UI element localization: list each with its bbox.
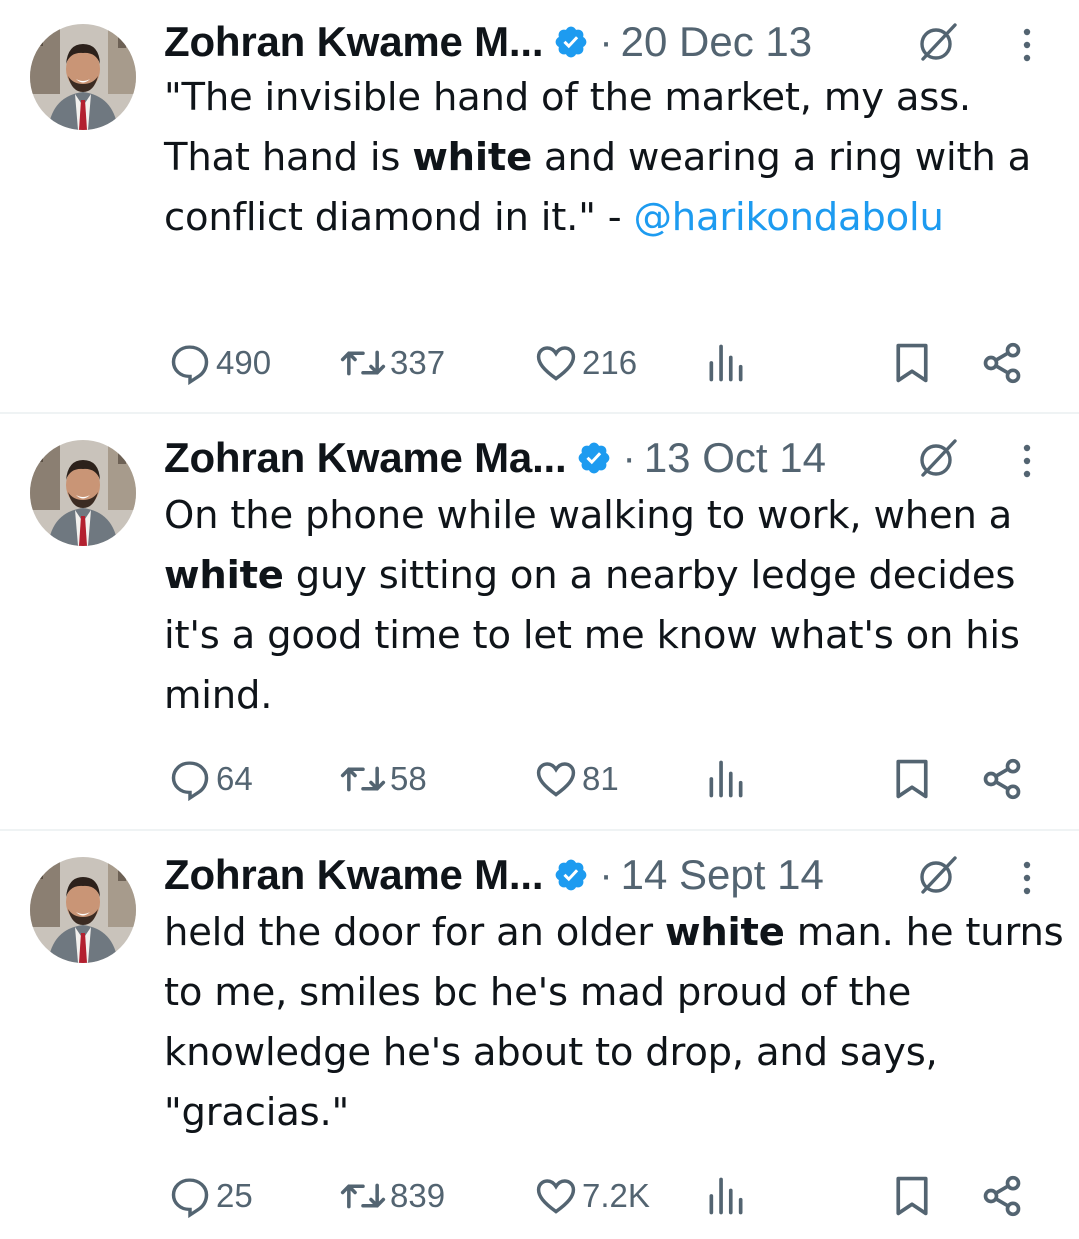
tweet-divider [0,829,1079,831]
like-button[interactable]: 216 [534,338,637,388]
verified-badge-icon [555,859,587,891]
reply-button[interactable]: 25 [168,1171,253,1221]
tweet-actions: 64 58 81 [164,754,1044,804]
bold-text: white [164,553,284,598]
grok-icon[interactable] [915,19,961,65]
bookmark-icon [896,343,928,383]
views-icon [709,760,743,798]
views-icon [709,344,743,382]
share-button[interactable] [980,338,1024,388]
like-icon [536,762,576,797]
bookmark-button[interactable] [890,338,934,388]
views-button[interactable] [704,754,748,804]
repost-button[interactable]: 58 [340,754,427,804]
bookmark-button[interactable] [890,754,934,804]
verified-badge-icon [555,26,587,58]
share-button[interactable] [980,1171,1024,1221]
avatar[interactable] [30,24,136,130]
avatar[interactable] [30,857,136,963]
views-icon [709,1177,743,1215]
repost-icon [340,766,386,792]
tweet-actions: 490 337 216 [164,338,1044,388]
views-button[interactable] [704,338,748,388]
author-name[interactable]: Zohran Kwame Ma... [164,434,567,482]
header-separator: · [622,435,636,480]
more-icon[interactable] [1022,443,1032,479]
text-run: guy sitting on a nearby ledge decides it… [164,553,1032,718]
tweet-text: On the phone while walking to work, when… [164,486,1064,726]
tweet-actions: 25 839 7.2K [164,1171,1044,1221]
more-icon[interactable] [1022,860,1032,896]
tweet-date[interactable]: 14 Sept 14 [621,851,824,899]
header-separator: · [599,852,613,897]
tweet-text: held the door for an older white man. he… [164,903,1064,1143]
repost-icon [340,350,386,376]
verified-badge-icon [579,442,610,474]
repost-button[interactable]: 839 [340,1171,445,1221]
text-run: held the door for an older [164,910,665,955]
like-count: 81 [582,760,619,797]
like-button[interactable]: 7.2K [534,1171,650,1221]
bookmark-button[interactable] [890,1171,934,1221]
grok-icon[interactable] [915,435,961,481]
like-count: 7.2K [582,1177,650,1214]
more-icon[interactable] [1022,27,1032,63]
share-icon [983,758,1021,800]
author-name[interactable]: Zohran Kwame M... [164,851,544,899]
reply-count: 490 [216,344,272,381]
like-icon [536,1179,576,1214]
share-icon [983,1175,1021,1217]
views-button[interactable] [704,1171,748,1221]
repost-count: 58 [390,760,427,797]
reply-icon [171,761,209,801]
header-separator: · [599,19,613,64]
bookmark-icon [896,759,928,799]
tweet-text: "The invisible hand of the market, my as… [164,68,1064,248]
repost-button[interactable]: 337 [340,338,445,388]
mention-link[interactable]: @harikondabolu [633,195,943,240]
tweet-date[interactable]: 13 Oct 14 [644,434,826,482]
like-button[interactable]: 81 [534,754,619,804]
tweet-date[interactable]: 20 Dec 13 [621,18,812,66]
share-icon [983,342,1021,384]
author-name[interactable]: Zohran Kwame M... [164,18,544,66]
repost-count: 839 [390,1177,446,1214]
repost-count: 337 [390,344,446,381]
bookmark-icon [896,1176,928,1216]
share-button[interactable] [980,754,1024,804]
repost-icon [340,1183,386,1209]
tweet-divider [0,412,1079,414]
reply-icon [171,1178,209,1218]
reply-icon [171,345,209,385]
reply-count: 25 [216,1177,253,1214]
text-run: On the phone while walking to work, when… [164,493,1025,538]
like-count: 216 [582,344,638,381]
avatar[interactable] [30,440,136,546]
grok-icon[interactable] [915,852,961,898]
reply-button[interactable]: 64 [168,754,253,804]
like-icon [536,346,576,381]
bold-text: white [664,910,785,955]
reply-button[interactable]: 490 [168,338,271,388]
bold-text: white [412,135,533,180]
reply-count: 64 [216,760,253,797]
